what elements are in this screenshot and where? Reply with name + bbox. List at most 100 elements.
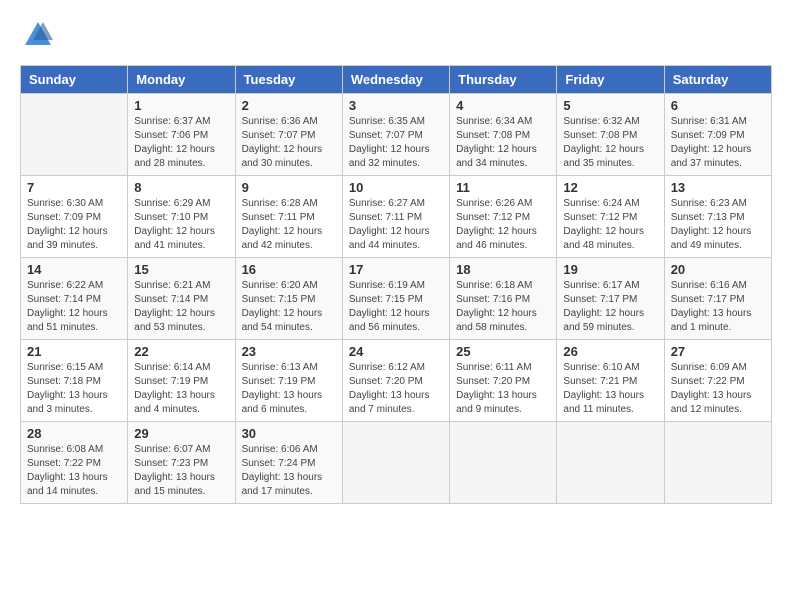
day-info: Sunrise: 6:26 AM Sunset: 7:12 PM Dayligh… [456, 197, 550, 253]
calendar-cell: 2 Sunrise: 6:36 AM Sunset: 7:07 PM Daylig… [235, 94, 342, 176]
day-number: 10 [349, 180, 443, 195]
day-of-week-header: Monday [128, 66, 235, 94]
day-of-week-header: Friday [557, 66, 664, 94]
calendar-cell: 9 Sunrise: 6:28 AM Sunset: 7:11 PM Daylig… [235, 176, 342, 258]
day-info: Sunrise: 6:13 AM Sunset: 7:19 PM Dayligh… [242, 361, 336, 417]
calendar-cell: 25 Sunrise: 6:11 AM Sunset: 7:20 PM Dayli… [450, 340, 557, 422]
day-number: 21 [27, 344, 121, 359]
day-info: Sunrise: 6:06 AM Sunset: 7:24 PM Dayligh… [242, 443, 336, 499]
calendar-cell: 11 Sunrise: 6:26 AM Sunset: 7:12 PM Dayli… [450, 176, 557, 258]
day-number: 3 [349, 98, 443, 113]
calendar-cell: 5 Sunrise: 6:32 AM Sunset: 7:08 PM Daylig… [557, 94, 664, 176]
day-number: 16 [242, 262, 336, 277]
calendar-cell: 14 Sunrise: 6:22 AM Sunset: 7:14 PM Dayli… [21, 258, 128, 340]
calendar-cell: 26Sunrise: 6:10 AM Sunset: 7:21 PM Dayli… [557, 340, 664, 422]
day-number: 7 [27, 180, 121, 195]
day-number: 13 [671, 180, 765, 195]
calendar-cell [342, 422, 449, 504]
day-info: Sunrise: 6:30 AM Sunset: 7:09 PM Dayligh… [27, 197, 121, 253]
calendar-cell: 23 Sunrise: 6:13 AM Sunset: 7:19 PM Dayli… [235, 340, 342, 422]
calendar-cell [557, 422, 664, 504]
day-info: Sunrise: 6:14 AM Sunset: 7:19 PM Dayligh… [134, 361, 228, 417]
day-number: 23 [242, 344, 336, 359]
day-of-week-header: Sunday [21, 66, 128, 94]
day-number: 2 [242, 98, 336, 113]
day-info: Sunrise: 6:29 AM Sunset: 7:10 PM Dayligh… [134, 197, 228, 253]
logo [20, 20, 53, 55]
calendar-week-row: 1 Sunrise: 6:37 AM Sunset: 7:06 PM Daylig… [21, 94, 772, 176]
day-number: 6 [671, 98, 765, 113]
day-of-week-header: Thursday [450, 66, 557, 94]
day-number: 22 [134, 344, 228, 359]
calendar-week-row: 28 Sunrise: 6:08 AM Sunset: 7:22 PM Dayli… [21, 422, 772, 504]
logo-text [20, 20, 53, 55]
calendar-cell [21, 94, 128, 176]
day-number: 19 [563, 262, 657, 277]
calendar-cell: 16 Sunrise: 6:20 AM Sunset: 7:15 PM Dayli… [235, 258, 342, 340]
calendar-cell: 6 Sunrise: 6:31 AM Sunset: 7:09 PM Daylig… [664, 94, 771, 176]
calendar-week-row: 7 Sunrise: 6:30 AM Sunset: 7:09 PM Daylig… [21, 176, 772, 258]
day-number: 15 [134, 262, 228, 277]
day-info: Sunrise: 6:17 AM Sunset: 7:17 PM Dayligh… [563, 279, 657, 335]
day-info: Sunrise: 6:18 AM Sunset: 7:16 PM Dayligh… [456, 279, 550, 335]
calendar-cell: 12 Sunrise: 6:24 AM Sunset: 7:12 PM Dayli… [557, 176, 664, 258]
day-info: Sunrise: 6:23 AM Sunset: 7:13 PM Dayligh… [671, 197, 765, 253]
day-info: Sunrise: 6:31 AM Sunset: 7:09 PM Dayligh… [671, 115, 765, 171]
calendar-cell: 7 Sunrise: 6:30 AM Sunset: 7:09 PM Daylig… [21, 176, 128, 258]
day-number: 27 [671, 344, 765, 359]
day-info: Sunrise: 6:12 AM Sunset: 7:20 PM Dayligh… [349, 361, 443, 417]
day-info: Sunrise: 6:37 AM Sunset: 7:06 PM Dayligh… [134, 115, 228, 171]
day-info: Sunrise: 6:35 AM Sunset: 7:07 PM Dayligh… [349, 115, 443, 171]
day-number: 11 [456, 180, 550, 195]
day-info: Sunrise: 6:08 AM Sunset: 7:22 PM Dayligh… [27, 443, 121, 499]
calendar-cell: 21Sunrise: 6:15 AM Sunset: 7:18 PM Dayli… [21, 340, 128, 422]
day-number: 30 [242, 426, 336, 441]
day-info: Sunrise: 6:22 AM Sunset: 7:14 PM Dayligh… [27, 279, 121, 335]
calendar-cell: 20Sunrise: 6:16 AM Sunset: 7:17 PM Dayli… [664, 258, 771, 340]
day-of-week-header: Saturday [664, 66, 771, 94]
day-number: 8 [134, 180, 228, 195]
day-number: 9 [242, 180, 336, 195]
day-info: Sunrise: 6:24 AM Sunset: 7:12 PM Dayligh… [563, 197, 657, 253]
calendar-cell: 13 Sunrise: 6:23 AM Sunset: 7:13 PM Dayli… [664, 176, 771, 258]
calendar-week-row: 21Sunrise: 6:15 AM Sunset: 7:18 PM Dayli… [21, 340, 772, 422]
day-number: 1 [134, 98, 228, 113]
calendar-cell: 27 Sunrise: 6:09 AM Sunset: 7:22 PM Dayli… [664, 340, 771, 422]
calendar-week-row: 14 Sunrise: 6:22 AM Sunset: 7:14 PM Dayli… [21, 258, 772, 340]
calendar-cell [664, 422, 771, 504]
calendar-cell [450, 422, 557, 504]
day-number: 28 [27, 426, 121, 441]
calendar-cell: 24Sunrise: 6:12 AM Sunset: 7:20 PM Dayli… [342, 340, 449, 422]
calendar-cell: 10 Sunrise: 6:27 AM Sunset: 7:11 PM Dayli… [342, 176, 449, 258]
logo-icon [23, 20, 53, 50]
calendar-cell: 30 Sunrise: 6:06 AM Sunset: 7:24 PM Dayli… [235, 422, 342, 504]
page-header [20, 20, 772, 55]
day-info: Sunrise: 6:09 AM Sunset: 7:22 PM Dayligh… [671, 361, 765, 417]
day-number: 14 [27, 262, 121, 277]
day-of-week-header: Tuesday [235, 66, 342, 94]
calendar-header-row: SundayMondayTuesdayWednesdayThursdayFrid… [21, 66, 772, 94]
calendar-cell: 22 Sunrise: 6:14 AM Sunset: 7:19 PM Dayli… [128, 340, 235, 422]
day-info: Sunrise: 6:28 AM Sunset: 7:11 PM Dayligh… [242, 197, 336, 253]
day-info: Sunrise: 6:32 AM Sunset: 7:08 PM Dayligh… [563, 115, 657, 171]
day-info: Sunrise: 6:36 AM Sunset: 7:07 PM Dayligh… [242, 115, 336, 171]
day-info: Sunrise: 6:27 AM Sunset: 7:11 PM Dayligh… [349, 197, 443, 253]
day-number: 5 [563, 98, 657, 113]
day-number: 25 [456, 344, 550, 359]
calendar-cell: 29Sunrise: 6:07 AM Sunset: 7:23 PM Dayli… [128, 422, 235, 504]
day-number: 26 [563, 344, 657, 359]
calendar-cell: 3 Sunrise: 6:35 AM Sunset: 7:07 PM Daylig… [342, 94, 449, 176]
day-info: Sunrise: 6:11 AM Sunset: 7:20 PM Dayligh… [456, 361, 550, 417]
day-info: Sunrise: 6:20 AM Sunset: 7:15 PM Dayligh… [242, 279, 336, 335]
calendar-cell: 19 Sunrise: 6:17 AM Sunset: 7:17 PM Dayli… [557, 258, 664, 340]
day-number: 29 [134, 426, 228, 441]
day-info: Sunrise: 6:34 AM Sunset: 7:08 PM Dayligh… [456, 115, 550, 171]
calendar-table: SundayMondayTuesdayWednesdayThursdayFrid… [20, 65, 772, 504]
day-info: Sunrise: 6:21 AM Sunset: 7:14 PM Dayligh… [134, 279, 228, 335]
day-number: 18 [456, 262, 550, 277]
calendar-cell: 17Sunrise: 6:19 AM Sunset: 7:15 PM Dayli… [342, 258, 449, 340]
day-number: 12 [563, 180, 657, 195]
day-number: 4 [456, 98, 550, 113]
day-of-week-header: Wednesday [342, 66, 449, 94]
day-number: 17 [349, 262, 443, 277]
